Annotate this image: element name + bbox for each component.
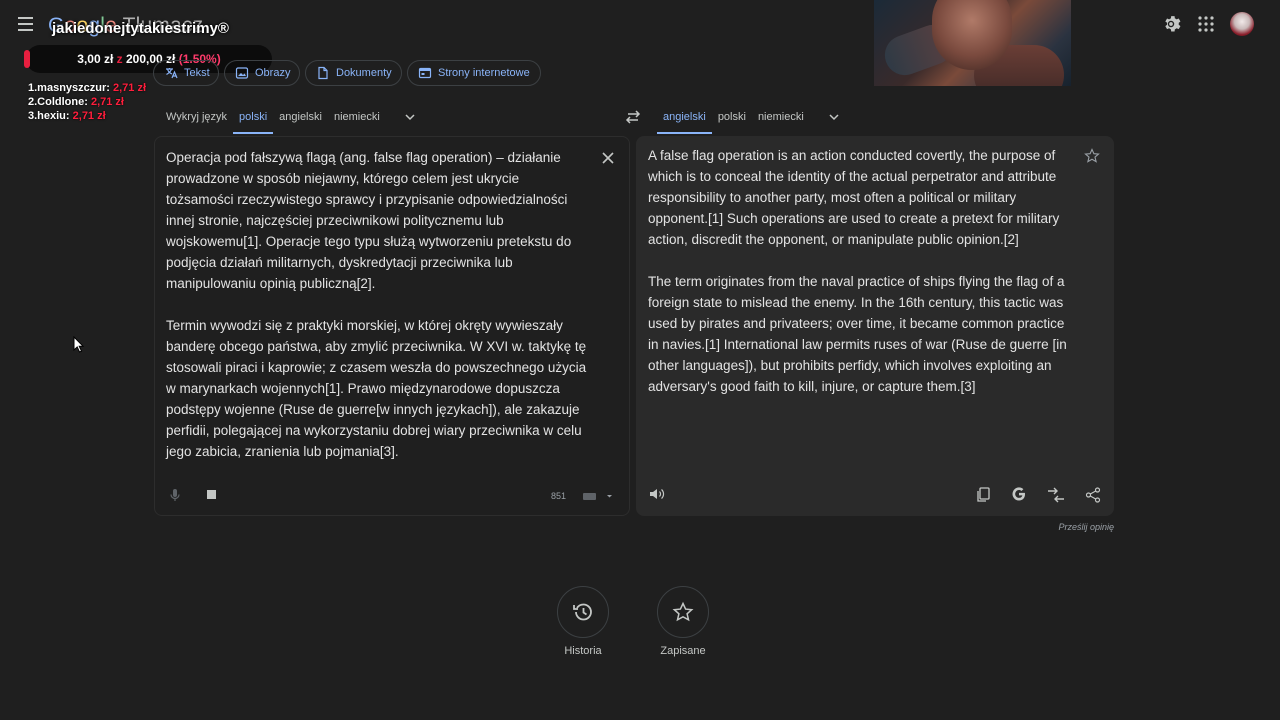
web-icon <box>418 66 432 80</box>
donor-row: 2.Coldlone: 2,71 zł <box>28 95 146 109</box>
target-lang-tab-angielski[interactable]: angielski <box>657 106 712 134</box>
mode-images-button[interactable]: Obrazy <box>224 60 300 86</box>
mode-websites-button[interactable]: Strony internetowe <box>407 60 541 86</box>
detect-language-tab[interactable]: Wykryj język <box>160 106 233 134</box>
donor-amount: 2,71 zł <box>113 82 147 94</box>
donor-row: 3.hexiu: 2,71 zł <box>28 109 146 123</box>
target-more-languages-chevron-icon[interactable] <box>810 106 846 134</box>
history-icon <box>571 600 595 624</box>
account-avatar[interactable] <box>1230 12 1254 36</box>
menu-icon[interactable] <box>16 14 38 34</box>
send-feedback-link[interactable]: Prześlij opinię <box>1058 522 1114 532</box>
top-donors-list: 1.masnyszczur: 2,71 zł 2.Coldlone: 2,71 … <box>28 81 146 123</box>
history-button[interactable] <box>557 586 609 638</box>
translate-icon <box>164 66 178 80</box>
star-save-icon[interactable] <box>1084 148 1100 164</box>
mode-label: Dokumenty <box>336 67 392 79</box>
target-lang-tab-niemiecki[interactable]: niemiecki <box>752 106 810 134</box>
saved-button[interactable] <box>657 586 709 638</box>
donor-amount: 2,71 zł <box>90 96 124 108</box>
target-language-bar: angielski polski niemiecki <box>657 106 846 134</box>
saved-label: Zapisane <box>660 645 706 657</box>
stream-overlay-title: jakiedonejtytakiestrimy® <box>52 20 229 37</box>
webcam-overlay <box>874 0 1071 86</box>
feedback-edit-icon[interactable] <box>1046 487 1066 503</box>
history-label: Historia <box>564 645 602 657</box>
mode-documents-button[interactable]: Dokumenty <box>305 60 402 86</box>
donor-row: 1.masnyszczur: 2,71 zł <box>28 81 146 95</box>
source-lang-tab-polski[interactable]: polski <box>233 106 274 134</box>
source-more-languages-chevron-icon[interactable] <box>386 106 422 134</box>
mode-text-button[interactable]: Tekst <box>153 60 219 86</box>
microphone-icon[interactable] <box>169 488 181 502</box>
donation-current: 3,00 zł <box>77 52 114 66</box>
source-language-bar: Wykryj język polski angielski niemiecki <box>160 106 422 134</box>
donor-name: 1.masnyszczur: <box>28 82 110 94</box>
image-icon <box>235 66 249 80</box>
donation-separator: z <box>116 52 123 66</box>
mouse-cursor-icon <box>73 336 85 353</box>
settings-icon[interactable] <box>1160 13 1182 35</box>
mode-label: Tekst <box>184 67 210 79</box>
character-count: 851 <box>551 491 567 501</box>
google-search-icon[interactable] <box>1011 486 1027 502</box>
source-lang-tab-niemiecki[interactable]: niemiecki <box>328 106 386 134</box>
source-text-input[interactable]: Operacja pod fałszywą flagą (ang. false … <box>166 147 591 462</box>
translation-panel: A false flag operation is an action cond… <box>636 136 1114 516</box>
keyboard-icon[interactable] <box>583 491 615 501</box>
translation-text: A false flag operation is an action cond… <box>648 148 1067 394</box>
donor-amount: 2,71 zł <box>72 110 106 122</box>
apps-grid-icon[interactable] <box>1196 14 1216 34</box>
clear-text-icon[interactable] <box>601 151 615 165</box>
source-lang-tab-angielski[interactable]: angielski <box>273 106 328 134</box>
mode-label: Strony internetowe <box>438 67 530 79</box>
donor-name: 3.hexiu: <box>28 110 70 122</box>
copy-icon[interactable] <box>976 487 990 503</box>
swap-languages-icon[interactable] <box>624 109 642 125</box>
document-icon <box>316 66 330 80</box>
stop-icon[interactable] <box>207 490 216 499</box>
source-text-panel: Operacja pod fałszywą flagą (ang. false … <box>154 136 630 516</box>
target-lang-tab-polski[interactable]: polski <box>712 106 752 134</box>
speaker-icon[interactable] <box>649 487 665 501</box>
share-icon[interactable] <box>1085 487 1101 503</box>
donor-name: 2.Coldlone: <box>28 96 88 108</box>
mode-label: Obrazy <box>255 67 291 79</box>
star-icon <box>672 601 694 623</box>
